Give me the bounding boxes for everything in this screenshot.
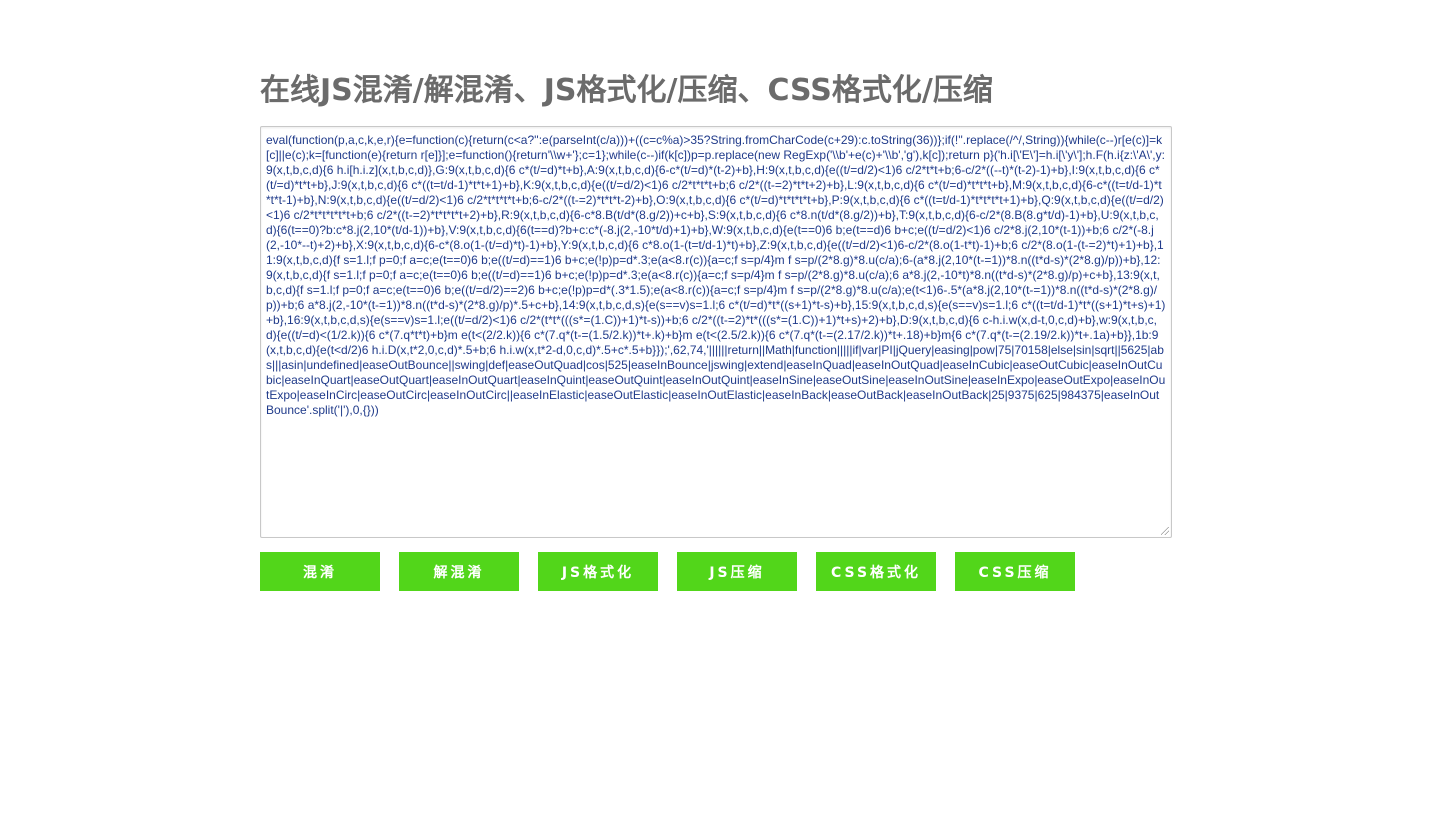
obfuscate-button[interactable]: 混淆 <box>260 552 380 591</box>
js-format-button[interactable]: JS格式化 <box>538 552 658 591</box>
css-format-button[interactable]: CSS格式化 <box>816 552 936 591</box>
page: 在线JS混淆/解混淆、JS格式化/压缩、CSS格式化/压缩 eval(funct… <box>0 0 1440 836</box>
code-textarea[interactable]: eval(function(p,a,c,k,e,r){e=function(c)… <box>260 126 1172 538</box>
code-content[interactable]: eval(function(p,a,c,k,e,r){e=function(c)… <box>266 133 1166 418</box>
resize-handle[interactable] <box>1161 527 1169 535</box>
css-compress-button[interactable]: CSS压缩 <box>955 552 1075 591</box>
js-compress-button[interactable]: JS压缩 <box>677 552 797 591</box>
page-title: 在线JS混淆/解混淆、JS格式化/压缩、CSS格式化/压缩 <box>260 73 993 108</box>
deobfuscate-button[interactable]: 解混淆 <box>399 552 519 591</box>
action-toolbar: 混淆 解混淆 JS格式化 JS压缩 CSS格式化 CSS压缩 <box>260 552 1075 591</box>
